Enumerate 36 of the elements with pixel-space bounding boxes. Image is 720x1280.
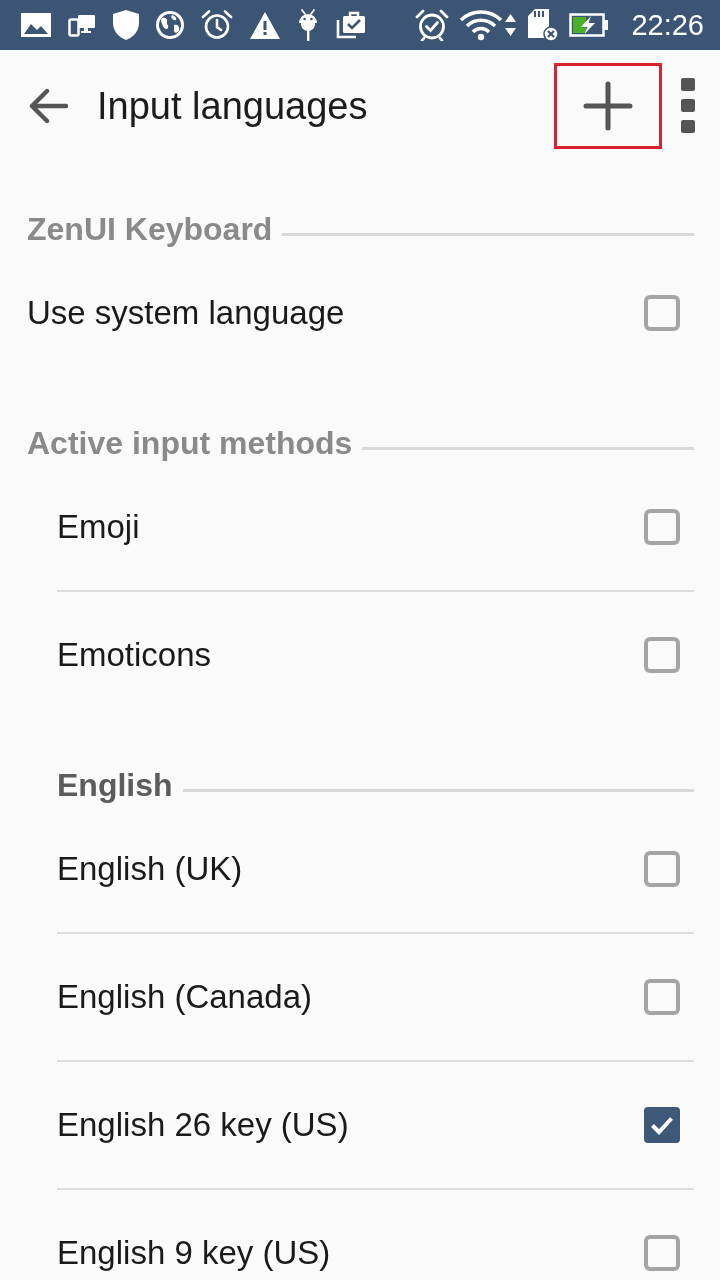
robot-icon xyxy=(297,9,319,41)
checkbox[interactable] xyxy=(644,295,680,331)
option-label: Emoticons xyxy=(57,636,212,674)
warning-icon xyxy=(250,11,280,39)
section-header: Active input methods xyxy=(27,424,353,462)
clock-time: 22:26 xyxy=(631,8,704,42)
checkbox[interactable] xyxy=(644,851,680,887)
option-label: English 26 key (US) xyxy=(57,1106,349,1144)
wifi-icon xyxy=(459,9,518,41)
plus-icon xyxy=(583,81,633,131)
alarm-clock-icon xyxy=(201,10,233,40)
more-vert-icon xyxy=(681,78,695,134)
image-icon xyxy=(21,13,51,37)
devices-icon xyxy=(68,13,96,37)
add-button[interactable] xyxy=(554,63,662,149)
checkbox[interactable] xyxy=(644,637,680,673)
sd-card-error-icon xyxy=(527,8,560,42)
checkbox[interactable] xyxy=(644,509,680,545)
clipboard-check-icon xyxy=(336,11,366,39)
option-label: English 9 key (US) xyxy=(57,1234,331,1272)
screen-title: Input languages xyxy=(97,84,369,128)
section-header: ZenUI Keyboard xyxy=(27,210,273,248)
alarm-check-icon xyxy=(415,9,450,41)
shield-icon xyxy=(113,10,139,40)
option-label: Emoji xyxy=(57,508,140,546)
option-label: Use system language xyxy=(27,294,345,332)
globe-icon xyxy=(156,11,184,39)
more-options-button[interactable] xyxy=(680,78,696,134)
checkbox[interactable] xyxy=(644,1107,680,1143)
checkbox[interactable] xyxy=(644,979,680,1015)
group-header: English xyxy=(57,766,173,804)
option-label: English (Canada) xyxy=(57,978,312,1016)
battery-charging-icon xyxy=(569,13,610,37)
option-label: English (UK) xyxy=(57,850,243,888)
checkbox[interactable] xyxy=(644,1235,680,1271)
arrow-left-icon xyxy=(28,88,68,124)
